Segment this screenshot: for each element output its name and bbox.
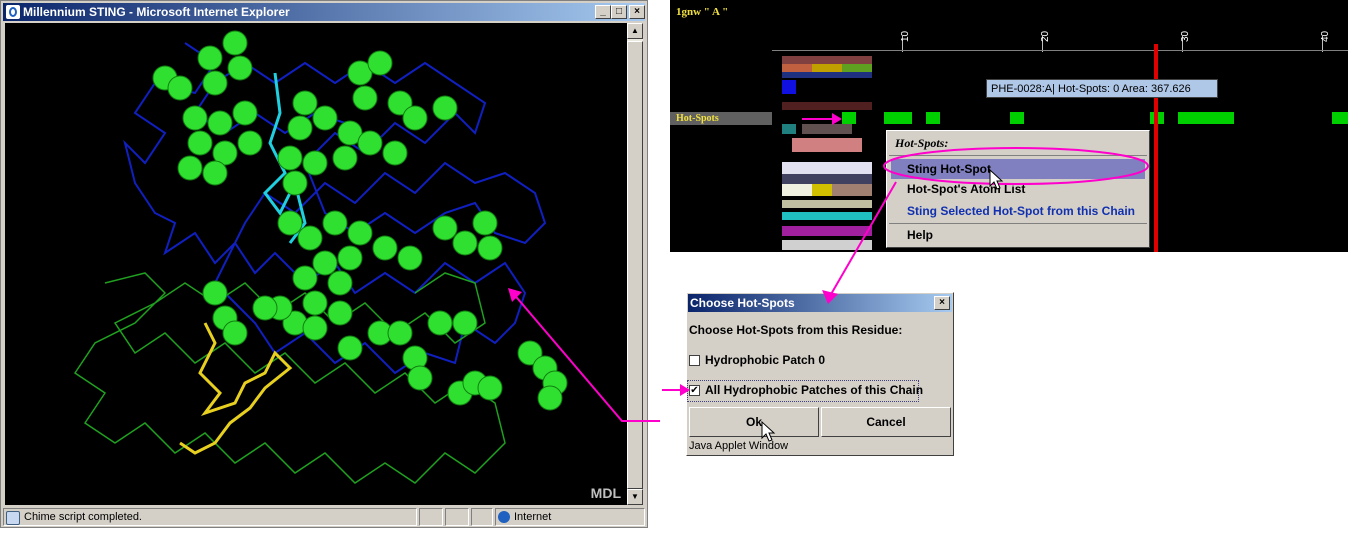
arrow-head bbox=[832, 113, 842, 125]
highlight-ellipse bbox=[883, 147, 1149, 185]
mouse-cursor-icon bbox=[989, 168, 1004, 190]
mouse-cursor-icon bbox=[761, 420, 776, 442]
arrow-head bbox=[680, 384, 690, 396]
annotation-overlay bbox=[508, 113, 1149, 442]
dialog-to-viewer-arrow bbox=[511, 291, 660, 422]
menu-to-dialog-arrow bbox=[829, 181, 897, 297]
arrow-head bbox=[822, 290, 838, 304]
